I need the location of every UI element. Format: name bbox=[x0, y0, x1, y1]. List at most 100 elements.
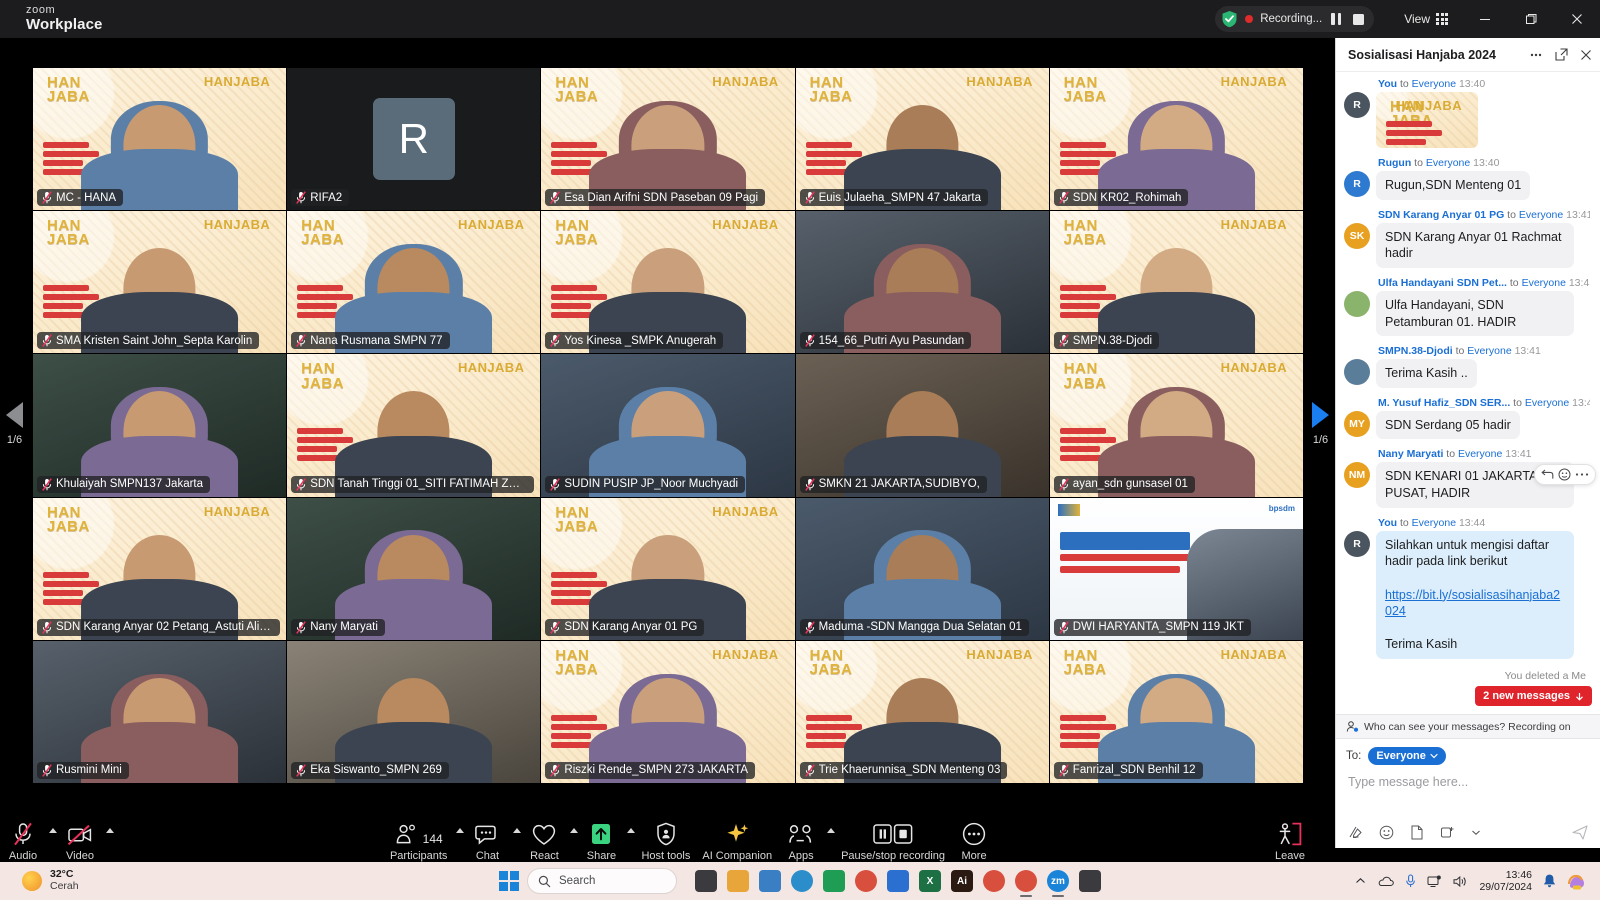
taskbar-store-icon[interactable] bbox=[759, 870, 781, 892]
next-page-control[interactable]: 1/6 bbox=[1312, 402, 1329, 446]
participant-tile[interactable]: SUDIN PUSIP JP_Noor Muchyadi bbox=[541, 354, 795, 497]
send-icon[interactable] bbox=[1572, 825, 1588, 840]
onedrive-icon[interactable] bbox=[1377, 876, 1395, 887]
recording-status-pill[interactable]: Recording... bbox=[1215, 6, 1375, 32]
chat-more-options-button[interactable] bbox=[1529, 48, 1543, 62]
toolbar-video-button[interactable]: Video bbox=[57, 813, 103, 869]
format-icon[interactable] bbox=[1348, 825, 1363, 840]
participant-tile[interactable]: HAN JABA HANJABA SDN Karang Anyar 01 PG bbox=[541, 497, 795, 640]
previous-page-control[interactable]: 1/6 bbox=[6, 402, 23, 446]
emoji-reaction-icon[interactable] bbox=[1558, 468, 1571, 481]
participant-tile[interactable]: HAN JABA HANJABA SDN Karang Anyar 02 Petang… bbox=[33, 497, 287, 640]
toolbar-more-button[interactable]: More bbox=[951, 813, 997, 869]
taskbar-excel-icon[interactable]: X bbox=[919, 870, 941, 892]
chat-close-button[interactable] bbox=[1580, 49, 1592, 61]
participant-tile[interactable]: HAN JABA HANJABA SMA Kristen Saint John_Sep… bbox=[33, 211, 287, 354]
minimize-button[interactable] bbox=[1462, 0, 1508, 38]
toolbar-video-options[interactable] bbox=[103, 813, 114, 869]
participant-tile[interactable]: Khulaiyah SMPN137 Jakarta bbox=[33, 354, 287, 497]
taskbar-task-view-icon[interactable] bbox=[695, 870, 717, 892]
participant-tile[interactable]: HAN JABA HANJABA Esa Dian Arifni SDN Paseba… bbox=[541, 68, 795, 211]
leave-meeting-button[interactable]: Leave bbox=[1267, 813, 1313, 869]
taskbar-chrome2-icon[interactable] bbox=[983, 870, 1005, 892]
network-icon[interactable] bbox=[1427, 875, 1442, 888]
chat-recipient-selector[interactable]: Everyone bbox=[1368, 747, 1446, 765]
toolbar-chat-options[interactable] bbox=[510, 813, 522, 869]
toolbar-react-options[interactable] bbox=[567, 813, 579, 869]
toolbar-chat-button[interactable]: Chat bbox=[464, 813, 510, 869]
toolbar-ai-companion-button[interactable]: AI Companion bbox=[696, 813, 778, 869]
notification-bell-icon[interactable] bbox=[1543, 874, 1556, 888]
taskbar-zoom-icon[interactable]: zm bbox=[1047, 870, 1069, 892]
toolbar-share-button[interactable]: Share bbox=[578, 813, 624, 869]
chat-message-list[interactable]: You to Everyone 13:40RHANJABAHANJABARugu… bbox=[1336, 72, 1600, 714]
screenshot-icon[interactable] bbox=[1440, 825, 1455, 840]
toolbar-share-options[interactable] bbox=[624, 813, 636, 869]
participant-tile[interactable]: HAN JABA HANJABA SMPN.38-Djodi bbox=[1049, 211, 1303, 354]
participant-tile[interactable]: Eka Siswanto_SMPN 269 bbox=[287, 640, 541, 783]
taskbar-media-player-icon[interactable] bbox=[1079, 870, 1101, 892]
chat-message-link[interactable]: https://bit.ly/sosialisasihanjaba2024 bbox=[1385, 588, 1560, 619]
taskbar-clock[interactable]: 13:46 29/07/2024 bbox=[1479, 869, 1532, 893]
message-hover-actions[interactable] bbox=[1534, 464, 1596, 486]
microphone-muted-icon bbox=[1058, 764, 1069, 777]
message-more-icon[interactable] bbox=[1575, 472, 1589, 477]
taskbar-sheets-icon[interactable] bbox=[823, 870, 845, 892]
volume-icon[interactable] bbox=[1453, 875, 1468, 888]
taskbar-chrome-icon[interactable] bbox=[855, 870, 877, 892]
microphone-icon[interactable] bbox=[1405, 874, 1416, 888]
participant-tile[interactable]: HAN JABA HANJABA Euis Julaeha_SMPN 47 Jakar… bbox=[795, 68, 1049, 211]
participant-tile[interactable]: Nany Maryati bbox=[287, 497, 541, 640]
pause-recording-button[interactable] bbox=[1331, 13, 1342, 25]
chat-popout-button[interactable] bbox=[1555, 48, 1568, 61]
toolbar-audio-button[interactable]: Audio bbox=[0, 813, 46, 869]
participant-tile[interactable]: HAN JABA HANJABA SDN Tanah Tinggi 01_SITI F… bbox=[287, 354, 541, 497]
taskbar-chrome3-icon[interactable] bbox=[1015, 870, 1037, 892]
copilot-icon[interactable] bbox=[1567, 873, 1586, 890]
participant-tile[interactable]: R RIFA2 bbox=[287, 68, 541, 211]
participant-tile[interactable]: Maduma -SDN Mangga Dua Selatan 01 bbox=[795, 497, 1049, 640]
participant-tile[interactable]: HAN JABA HANJABA ayan_sdn gunsasel 01 bbox=[1049, 354, 1303, 497]
chevron-down-icon[interactable] bbox=[1471, 829, 1481, 836]
close-button[interactable] bbox=[1554, 0, 1600, 38]
stop-recording-button[interactable] bbox=[1353, 13, 1365, 25]
participant-tile[interactable]: SMKN 21 JAKARTA,SUDIBYO, bbox=[795, 354, 1049, 497]
participant-tile[interactable]: HAN JABA HANJABA Trie Khaerunnisa_SDN Mente… bbox=[795, 640, 1049, 783]
taskbar-security-icon[interactable] bbox=[887, 870, 909, 892]
restore-button[interactable] bbox=[1508, 0, 1554, 38]
taskbar-edge-icon[interactable] bbox=[791, 870, 813, 892]
chevron-up-icon[interactable] bbox=[1355, 877, 1366, 885]
chat-message-input[interactable]: Type message here... bbox=[1346, 771, 1590, 815]
participant-tile[interactable]: bpsdm DWI HARYANTA_SMPN 119 JKT bbox=[1049, 497, 1303, 640]
toolbar-react-button[interactable]: React bbox=[521, 813, 567, 869]
toolbar-apps-options[interactable] bbox=[824, 813, 836, 869]
toolbar-pause-stop-recording-button[interactable]: Pause/stop recording bbox=[835, 813, 951, 869]
participant-tile[interactable]: HAN JABA HANJABA MC - HANA bbox=[33, 68, 287, 211]
microphone-muted-icon bbox=[12, 820, 34, 846]
toolbar-apps-button[interactable]: Apps bbox=[778, 813, 824, 869]
chat-image-attachment[interactable]: HANJABAHANJABA bbox=[1376, 92, 1478, 148]
participant-tile[interactable]: HAN JABA HANJABA Nana Rusmana SMPN 77 bbox=[287, 211, 541, 354]
chat-privacy-notice[interactable]: Who can see your messages? Recording on bbox=[1336, 714, 1600, 739]
participant-tile[interactable]: HAN JABA HANJABA Fanrizal_SDN Benhil 12 bbox=[1049, 640, 1303, 783]
participant-tile[interactable]: HAN JABA HANJABA Riszki Rende_SMPN 273 JAKA… bbox=[541, 640, 795, 783]
new-messages-button[interactable]: 2 new messages bbox=[1475, 686, 1592, 706]
toolbar-audio-options[interactable] bbox=[46, 813, 57, 869]
reply-icon[interactable] bbox=[1541, 469, 1554, 481]
toolbar-participants-options[interactable] bbox=[453, 813, 465, 869]
chevron-up-icon bbox=[456, 828, 465, 833]
participant-tile[interactable]: Rusmini Mini bbox=[33, 640, 287, 783]
view-button[interactable]: View bbox=[1398, 12, 1454, 26]
emoji-icon[interactable] bbox=[1379, 825, 1394, 840]
participant-tile[interactable]: HAN JABA HANJABA SDN KR02_Rohimah bbox=[1049, 68, 1303, 211]
windows-start-icon[interactable] bbox=[499, 871, 519, 891]
participant-tile[interactable]: HAN JABA HANJABA Yos Kinesa _SMPK Anugerah bbox=[541, 211, 795, 354]
file-icon[interactable] bbox=[1410, 825, 1424, 840]
toolbar-participants-button[interactable]: 144 Participants bbox=[384, 813, 453, 869]
taskbar-illustrator-icon[interactable]: Ai bbox=[951, 870, 973, 892]
taskbar-file-explorer-icon[interactable] bbox=[727, 870, 749, 892]
taskbar-search-box[interactable]: Search bbox=[527, 868, 677, 894]
participant-tile[interactable]: 154_66_Putri Ayu Pasundan bbox=[795, 211, 1049, 354]
taskbar-weather-widget[interactable]: 32°C Cerah bbox=[22, 868, 79, 893]
toolbar-host-tools-button[interactable]: Host tools bbox=[635, 813, 696, 869]
